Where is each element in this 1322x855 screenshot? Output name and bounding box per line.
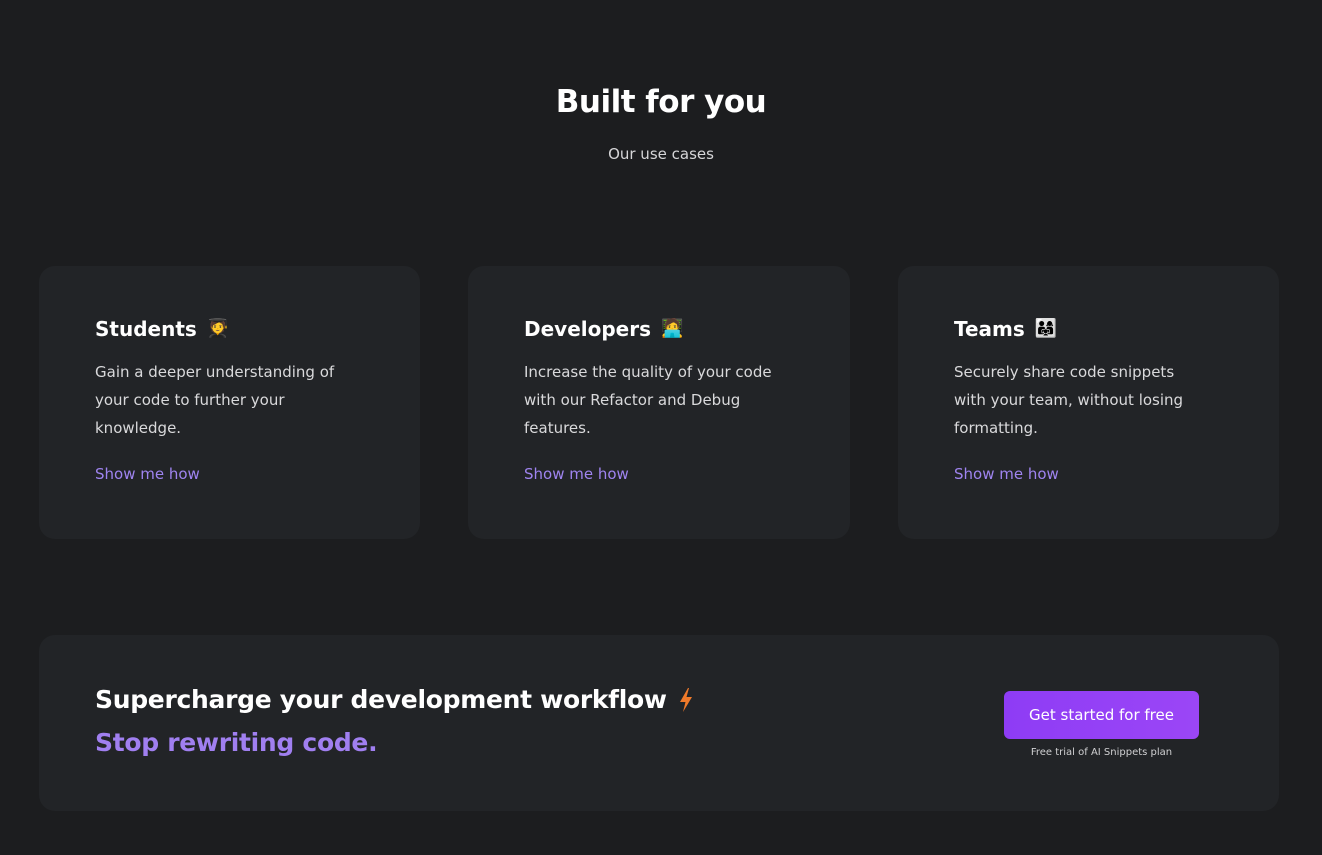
team-icon: 👨‍👩‍👧 — [1034, 318, 1058, 339]
card-title: Students 🧑‍🎓 — [95, 316, 364, 342]
section-subtitle: Our use cases — [608, 145, 714, 163]
card-title: Developers 🧑‍💻 — [524, 316, 794, 342]
card-students: Students 🧑‍🎓 Gain a deeper understanding… — [39, 266, 420, 539]
cta-banner: Supercharge your development workflow St… — [39, 635, 1279, 811]
section-title: Built for you — [555, 84, 767, 120]
lightning-bolt-icon — [679, 687, 692, 712]
get-started-button[interactable]: Get started for free — [1004, 691, 1199, 739]
card-developers: Developers 🧑‍💻 Increase the quality of y… — [468, 266, 850, 539]
cta-note: Free trial of AI Snippets plan — [1030, 747, 1173, 758]
card-title: Teams 👨‍👩‍👧 — [954, 316, 1223, 342]
card-description: Securely share code snippets with your t… — [954, 363, 1184, 437]
student-icon: 🧑‍🎓 — [206, 318, 230, 339]
developer-icon: 🧑‍💻 — [661, 318, 684, 339]
card-title-text: Developers — [524, 317, 652, 341]
card-title-text: Students — [95, 317, 197, 341]
show-me-how-link-students[interactable]: Show me how — [95, 465, 200, 483]
banner-subtitle: Stop rewriting code. — [95, 728, 378, 757]
card-description: Increase the quality of your code with o… — [524, 363, 772, 437]
card-teams: Teams 👨‍👩‍👧 Securely share code snippets… — [898, 266, 1279, 539]
show-me-how-link-teams[interactable]: Show me how — [954, 465, 1059, 483]
banner-title: Supercharge your development workflow — [95, 685, 693, 714]
banner-title-text: Supercharge your development workflow — [95, 685, 667, 714]
card-description: Gain a deeper understanding of your code… — [95, 363, 335, 437]
show-me-how-link-developers[interactable]: Show me how — [524, 465, 629, 483]
card-title-text: Teams — [954, 317, 1025, 341]
page: Built for you Our use cases Students 🧑‍🎓… — [0, 0, 1322, 855]
